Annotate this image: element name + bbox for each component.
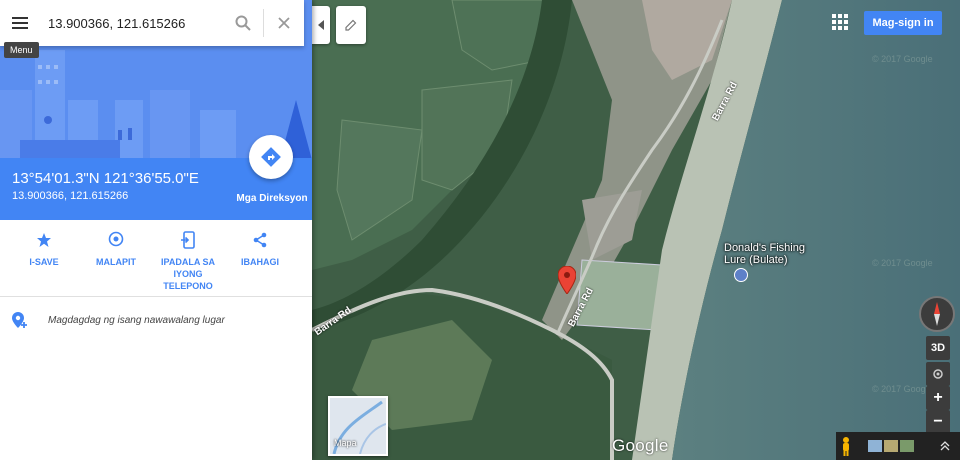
zoom-out-button[interactable]: −	[926, 410, 950, 434]
add-missing-place-label: Magdagdag ng isang nawawalang lugar	[48, 314, 225, 326]
add-missing-place-row[interactable]: Magdagdag ng isang nawawalang lugar	[0, 304, 312, 336]
send-to-phone-icon	[181, 231, 195, 249]
share-action[interactable]: IBAHAGI	[224, 230, 296, 268]
search-box[interactable]: 13.900366, 121.615266	[0, 0, 304, 46]
star-icon	[37, 233, 51, 247]
edit-map-button[interactable]	[336, 6, 366, 44]
compass-icon[interactable]	[919, 296, 955, 332]
poi-name-line2: Lure (Bulate)	[724, 254, 788, 266]
collapse-panel-button[interactable]	[312, 6, 330, 44]
minimap-label: Mapa	[334, 438, 357, 448]
my-location-button[interactable]	[926, 362, 950, 386]
map-watermark: © 2017 Google	[872, 384, 933, 394]
save-action-label: I-SAVE	[29, 257, 59, 267]
search-icon	[235, 15, 251, 31]
poi-name-line1: Donald's Fishing	[724, 242, 805, 254]
send-to-phone-action[interactable]: IPADALA SA IYONG TELEPONO	[152, 230, 224, 292]
pencil-icon	[345, 19, 357, 31]
save-action[interactable]: I-SAVE	[8, 230, 80, 268]
zoom-in-button[interactable]: +	[926, 386, 950, 410]
map-watermark: © 2017 Google	[872, 258, 933, 268]
menu-tooltip: Menu	[4, 42, 39, 58]
imagery-thumbnails[interactable]	[868, 440, 914, 452]
hamburger-menu-icon	[12, 17, 28, 29]
map-type-thumbnail[interactable]: Mapa	[328, 396, 388, 456]
directions-label[interactable]: Mga Direksyon	[232, 193, 312, 204]
expand-up-icon[interactable]	[940, 441, 950, 451]
caret-left-icon	[318, 20, 324, 30]
menu-button[interactable]	[0, 0, 40, 46]
map-watermark: © 2017 Google	[872, 54, 933, 64]
share-action-label: IBAHAGI	[241, 257, 279, 267]
sign-in-button[interactable]: Mag-sign in	[864, 11, 942, 35]
location-pin-icon[interactable]	[558, 266, 576, 294]
satellite-imagery: © 2017 Google © 2017 Google © 2017 Googl…	[312, 0, 960, 460]
3d-toggle-button[interactable]: 3D	[926, 336, 950, 360]
nearby-icon	[108, 231, 124, 247]
google-logo: Google	[612, 436, 669, 455]
nearby-action-label: MALAPIT	[96, 257, 136, 267]
poi-label[interactable]: Donald's Fishing Lure (Bulate)	[724, 242, 805, 266]
add-location-icon	[12, 312, 27, 328]
directions-icon	[261, 147, 281, 167]
map-canvas[interactable]: © 2017 Google © 2017 Google © 2017 Googl…	[312, 0, 960, 460]
apps-grid-icon[interactable]	[832, 14, 848, 30]
search-button[interactable]	[223, 0, 263, 46]
crosshair-icon	[933, 369, 943, 379]
close-icon	[278, 17, 290, 29]
send-to-phone-action-label: IPADALA SA IYONG TELEPONO	[161, 257, 215, 291]
directions-button[interactable]	[249, 135, 293, 179]
bottom-toolbar	[836, 432, 960, 460]
shopping-bag-icon[interactable]	[734, 268, 748, 282]
coordinates-decimal: 13.900366, 121.615266	[12, 190, 129, 202]
side-panel: 13.900366, 121.615266 Menu 13°54'01.3"N …	[0, 0, 312, 460]
panel-divider	[0, 296, 312, 297]
share-icon	[253, 232, 267, 248]
pegman-icon[interactable]	[840, 436, 852, 456]
search-input[interactable]: 13.900366, 121.615266	[40, 16, 223, 31]
clear-search-button[interactable]	[264, 0, 304, 46]
coordinates-dms: 13°54'01.3"N 121°36'55.0"E	[12, 170, 199, 187]
nearby-action[interactable]: MALAPIT	[80, 230, 152, 268]
